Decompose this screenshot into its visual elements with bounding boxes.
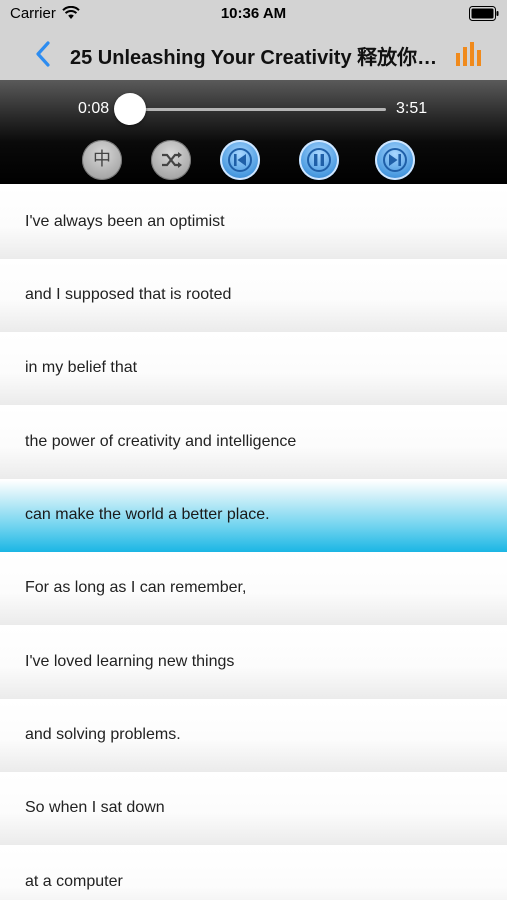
transcript-line-text: in my belief that	[25, 359, 138, 376]
transcript-line-text: the power of creativity and intelligence	[25, 433, 297, 450]
transcript-line[interactable]: I've loved learning new things	[0, 627, 507, 699]
shuffle-button[interactable]	[151, 140, 191, 180]
transcript-line[interactable]: in my belief that	[0, 333, 507, 405]
transcript-line-text: can make the world a better place.	[25, 506, 270, 523]
transcript-list[interactable]: I've always been an optimist and I suppo…	[0, 187, 507, 900]
transcript-line-text: and solving problems.	[25, 726, 181, 743]
previous-button[interactable]	[220, 140, 260, 180]
pause-button[interactable]	[299, 140, 339, 180]
transcript-line[interactable]: and solving problems.	[0, 700, 507, 772]
chevron-left-icon[interactable]	[34, 40, 52, 68]
status-bar: Carrier 10:36 AM	[0, 0, 507, 28]
skip-next-icon	[383, 148, 407, 172]
transcript-line-text: I've loved learning new things	[25, 653, 235, 670]
page-title: 25 Unleashing Your Creativity 释放你的创造力	[70, 47, 440, 69]
next-button[interactable]	[375, 140, 415, 180]
transcript-line[interactable]: at a computer	[0, 847, 507, 900]
navigation-bar: 25 Unleashing Your Creativity 释放你的创造力	[0, 28, 507, 80]
total-time: 3:51	[396, 100, 428, 117]
shuffle-icon	[162, 152, 182, 168]
transcript-line[interactable]: So when I sat down	[0, 773, 507, 845]
skip-previous-icon	[228, 148, 252, 172]
transcript-line-text: So when I sat down	[25, 799, 165, 816]
transcript-line-text: and I supposed that is rooted	[25, 286, 232, 303]
progress-slider[interactable]	[114, 93, 386, 125]
battery-icon	[469, 6, 499, 21]
bar-chart-icon[interactable]	[455, 39, 483, 67]
transcript-line-text: I've always been an optimist	[25, 213, 225, 230]
audio-player: 0:08 3:51 中	[0, 80, 507, 184]
transcript-line[interactable]: For as long as I can remember,	[0, 553, 507, 625]
chinese-label: 中	[93, 149, 111, 170]
transcript-line-text: at a computer	[25, 873, 123, 890]
transcript-line[interactable]: and I supposed that is rooted	[0, 260, 507, 332]
status-time: 10:36 AM	[220, 5, 287, 22]
transcript-line[interactable]: the power of creativity and intelligence	[0, 407, 507, 479]
current-time: 0:08	[78, 100, 110, 117]
transcript-line-active[interactable]: can make the world a better place.	[0, 480, 507, 552]
transcript-line[interactable]: I've always been an optimist	[0, 187, 507, 259]
progress-thumb[interactable]	[114, 93, 147, 125]
transcript-line-text: For as long as I can remember,	[25, 579, 247, 596]
chinese-toggle-button[interactable]: 中	[82, 140, 122, 180]
pause-icon	[307, 148, 331, 172]
